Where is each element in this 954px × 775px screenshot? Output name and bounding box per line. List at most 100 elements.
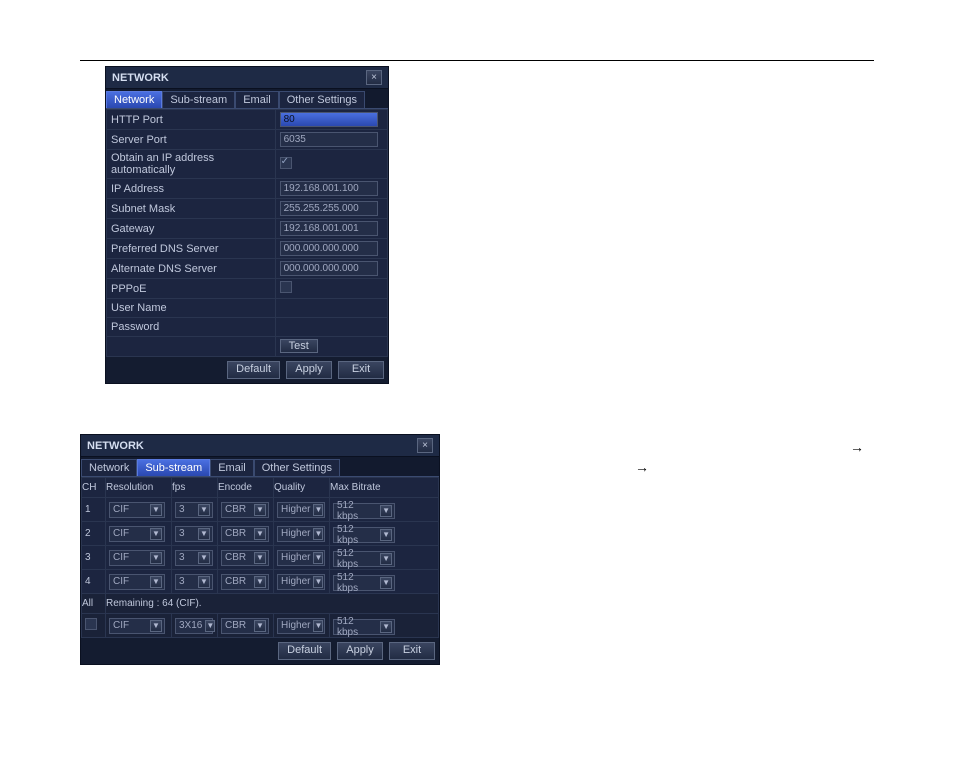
chevron-down-icon: ▼ [150,552,162,564]
select-bitrate[interactable]: 512 kbps▼ [333,527,395,543]
apply-button[interactable]: Apply [337,642,383,660]
test-button[interactable]: Test [280,339,318,353]
substream-table: CH Resolution fps Encode Quality Max Bit… [81,477,439,638]
select-all-fps[interactable]: 3X16▼ [175,618,213,634]
select-all-encode[interactable]: CBR▼ [221,618,269,634]
checkbox-dhcp[interactable] [280,157,292,169]
chevron-down-icon: ▼ [198,528,210,540]
input-server-port[interactable]: 6035 [280,132,378,147]
select-quality[interactable]: Higher▼ [277,574,325,590]
input-dns1[interactable]: 000.000.000.000 [280,241,378,256]
tab-sub-stream[interactable]: Sub-stream [162,91,235,108]
chevron-down-icon: ▼ [380,529,392,541]
arrow-icon: → [635,459,649,475]
titlebar: NETWORK × [106,67,388,89]
select-resolution[interactable]: CIF▼ [109,526,165,542]
col-bitrate: Max Bitrate [330,478,439,498]
chevron-down-icon: ▼ [254,504,266,516]
label-pppoe: PPPoE [107,279,276,299]
chevron-down-icon: ▼ [198,504,210,516]
col-encode: Encode [218,478,274,498]
input-ip[interactable]: 192.168.001.100 [280,181,378,196]
button-bar: Default Apply Exit [106,357,388,383]
label-dns1: Preferred DNS Server [107,239,276,259]
checkbox-pppoe[interactable] [280,281,292,293]
select-bitrate[interactable]: 512 kbps▼ [333,503,395,519]
exit-button[interactable]: Exit [338,361,384,379]
chevron-down-icon: ▼ [313,528,323,540]
label-subnet: Subnet Mask [107,199,276,219]
chevron-down-icon: ▼ [150,620,162,632]
label-http-port: HTTP Port [107,110,276,130]
tab-email[interactable]: Email [235,91,279,108]
select-all-resolution[interactable]: CIF▼ [109,618,165,634]
label-dns2: Alternate DNS Server [107,259,276,279]
label-server-port: Server Port [107,130,276,150]
select-resolution[interactable]: CIF▼ [109,574,165,590]
panel-title: NETWORK [87,440,144,452]
select-encode[interactable]: CBR▼ [221,526,269,542]
chevron-down-icon: ▼ [313,552,323,564]
select-all-quality[interactable]: Higher▼ [277,618,325,634]
label-gateway: Gateway [107,219,276,239]
default-button[interactable]: Default [227,361,280,379]
substream-panel: NETWORK × Network Sub-stream Email Other… [80,434,440,665]
chevron-down-icon: ▼ [198,576,210,588]
tab-network[interactable]: Network [106,91,162,108]
select-fps[interactable]: 3▼ [175,550,213,566]
tabs: Network Sub-stream Email Other Settings [81,457,439,477]
select-fps[interactable]: 3▼ [175,574,213,590]
titlebar: NETWORK × [81,435,439,457]
col-ch: CH [82,478,106,498]
chevron-down-icon: ▼ [254,552,266,564]
close-button[interactable]: × [417,438,433,453]
label-ip: IP Address [107,179,276,199]
select-encode[interactable]: CBR▼ [221,502,269,518]
tabs: Network Sub-stream Email Other Settings [106,89,388,109]
select-encode[interactable]: CBR▼ [221,574,269,590]
chevron-down-icon: ▼ [150,504,162,516]
chevron-down-icon: ▼ [380,621,392,633]
tab-other-settings[interactable]: Other Settings [279,91,365,108]
select-resolution[interactable]: CIF▼ [109,502,165,518]
chevron-down-icon: ▼ [198,552,210,564]
cell-ch: 1 [82,498,106,522]
close-button[interactable]: × [366,70,382,85]
tab-email[interactable]: Email [210,459,254,476]
input-dns2[interactable]: 000.000.000.000 [280,261,378,276]
chevron-down-icon: ▼ [380,505,392,517]
apply-button[interactable]: Apply [286,361,332,379]
tab-other-settings[interactable]: Other Settings [254,459,340,476]
checkbox-all[interactable] [85,618,97,630]
tab-sub-stream[interactable]: Sub-stream [137,459,210,476]
input-gateway[interactable]: 192.168.001.001 [280,221,378,236]
label-dhcp: Obtain an IP address automatically [107,150,276,179]
input-subnet[interactable]: 255.255.255.000 [280,201,378,216]
chevron-down-icon: ▼ [313,620,323,632]
select-fps[interactable]: 3▼ [175,526,213,542]
panel-title: NETWORK [112,72,169,84]
all-label: All [82,594,106,614]
col-resolution: Resolution [106,478,172,498]
select-bitrate[interactable]: 512 kbps▼ [333,575,395,591]
input-http-port[interactable]: 80 [280,112,378,127]
chevron-down-icon: ▼ [150,528,162,540]
select-all-bitrate[interactable]: 512 kbps▼ [333,619,395,635]
tab-network[interactable]: Network [81,459,137,476]
chevron-down-icon: ▼ [150,576,162,588]
label-user: User Name [107,299,276,318]
remaining-label: Remaining : 64 (CIF). [106,594,439,614]
select-quality[interactable]: Higher▼ [277,502,325,518]
exit-button[interactable]: Exit [389,642,435,660]
select-bitrate[interactable]: 512 kbps▼ [333,551,395,567]
chevron-down-icon: ▼ [254,528,266,540]
label-password: Password [107,318,276,337]
chevron-down-icon: ▼ [380,553,392,565]
select-quality[interactable]: Higher▼ [277,526,325,542]
chevron-down-icon: ▼ [380,577,392,589]
select-resolution[interactable]: CIF▼ [109,550,165,566]
select-quality[interactable]: Higher▼ [277,550,325,566]
select-fps[interactable]: 3▼ [175,502,213,518]
default-button[interactable]: Default [278,642,331,660]
select-encode[interactable]: CBR▼ [221,550,269,566]
